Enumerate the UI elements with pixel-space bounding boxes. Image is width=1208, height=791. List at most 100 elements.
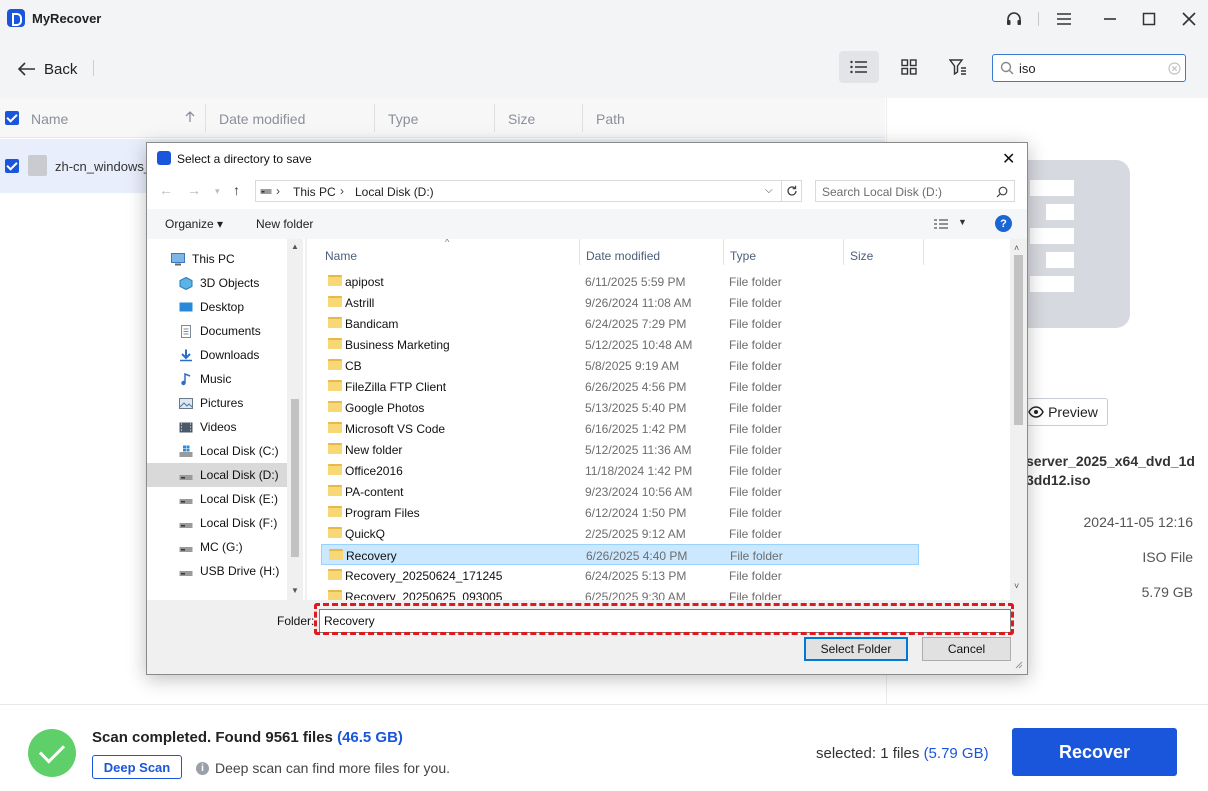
column-name[interactable]: Name (325, 249, 357, 263)
address-dropdown-icon[interactable]: ⌵ (765, 185, 773, 196)
view-dropdown-icon[interactable]: ▼ (958, 217, 967, 227)
folder-row[interactable]: Astrill 9/26/2024 11:08 AM File folder (321, 292, 919, 313)
folder-row[interactable]: Bandicam 6/24/2025 7:29 PM File folder (321, 313, 919, 334)
filter-button[interactable] (938, 51, 978, 83)
breadcrumb-this-pc[interactable]: This PC (293, 185, 336, 199)
nav-item-this-pc[interactable]: This PC (147, 247, 287, 271)
dialog-close-icon[interactable]: ✕ (1002, 149, 1015, 169)
column-date-modified[interactable]: Date modified (586, 249, 660, 263)
menu-icon[interactable] (1053, 8, 1075, 30)
folder-icon (328, 464, 342, 475)
folder-row[interactable]: Microsoft VS Code 6/16/2025 1:42 PM File f… (321, 418, 919, 439)
column-divider[interactable] (579, 239, 580, 265)
scroll-down-icon[interactable]: ˅ (1014, 581, 1019, 591)
search-icon (1000, 61, 1014, 75)
sort-ascending-icon[interactable] (185, 111, 195, 123)
organize-menu[interactable]: Organize ▾ (165, 217, 223, 231)
column-name[interactable]: Name (31, 111, 68, 127)
folder-row[interactable]: New folder 5/12/2025 11:36 AM File folder (321, 439, 919, 460)
nav-item-3d-objects[interactable]: 3D Objects (147, 271, 287, 295)
nav-item-downloads[interactable]: Downloads (147, 343, 287, 367)
files-scrollbar[interactable]: ˄ ˅ (1010, 239, 1027, 600)
selection-summary: selected: 1 files (5.79 GB) (816, 745, 989, 762)
help-icon[interactable]: ? (995, 215, 1012, 232)
folder-row[interactable]: apipost 6/11/2025 5:59 PM File folder (321, 271, 919, 292)
column-divider[interactable] (205, 104, 206, 132)
folder-row[interactable]: Office2016 11/18/2024 1:42 PM File folder (321, 460, 919, 481)
nav-item-local-disk-c[interactable]: Local Disk (C:) (147, 439, 287, 463)
column-type[interactable]: Type (730, 249, 756, 263)
folder-row[interactable]: PA-content 9/23/2024 10:56 AM File folder (321, 481, 919, 502)
deep-scan-button[interactable]: Deep Scan (92, 755, 182, 779)
list-view-button[interactable] (839, 51, 879, 83)
column-type[interactable]: Type (388, 111, 418, 127)
folder-row-name: Office2016 (345, 464, 403, 478)
nav-item-pictures[interactable]: Pictures (147, 391, 287, 415)
nav-item-local-disk-d[interactable]: Local Disk (D:) (147, 463, 287, 487)
up-arrow-icon[interactable]: ↑ (233, 182, 240, 198)
folder-row-date: 5/12/2025 10:48 AM (585, 338, 693, 352)
folder-row[interactable]: Recovery_20250625_093005 6/25/2025 9:30 A… (321, 586, 919, 600)
folder-row-name: CB (345, 359, 362, 373)
back-arrow-icon[interactable]: ← (159, 182, 173, 198)
breadcrumb-local-disk-d[interactable]: Local Disk (D:) (355, 185, 434, 199)
column-divider[interactable] (494, 104, 495, 132)
column-divider[interactable] (582, 104, 583, 132)
column-path[interactable]: Path (596, 111, 625, 127)
address-bar[interactable]: › This PC › Local Disk (D:) ⌵ (255, 180, 802, 202)
nav-item-local-disk-e[interactable]: Local Disk (E:) (147, 487, 287, 511)
select-all-checkbox[interactable] (5, 111, 19, 125)
folder-row[interactable]: Recovery_20250624_171245 6/24/2025 5:13 P… (321, 565, 919, 586)
column-divider[interactable] (374, 104, 375, 132)
column-date-modified[interactable]: Date modified (219, 111, 305, 127)
folder-row[interactable]: QuickQ 2/25/2025 9:12 AM File folder (321, 523, 919, 544)
column-divider[interactable] (923, 239, 924, 265)
recover-button[interactable]: Recover (1012, 728, 1177, 776)
maximize-icon[interactable] (1138, 8, 1160, 30)
close-icon[interactable] (1178, 8, 1200, 30)
search-input[interactable]: iso (992, 54, 1186, 82)
clear-search-icon[interactable] (1168, 62, 1181, 75)
folder-row[interactable]: Business Marketing 5/12/2025 10:48 AM File… (321, 334, 919, 355)
new-folder-button[interactable]: New folder (256, 217, 313, 231)
folder-row[interactable]: Google Photos 5/13/2025 5:40 PM File folde… (321, 397, 919, 418)
grid-view-icon (901, 59, 917, 75)
dialog-search-input[interactable]: Search Local Disk (D:) (815, 180, 1015, 202)
nav-scrollbar-thumb[interactable] (291, 399, 299, 557)
view-options-icon[interactable] (933, 218, 949, 230)
nav-scrollbar[interactable]: ▲ ▼ (287, 239, 303, 600)
column-divider[interactable] (843, 239, 844, 265)
resize-grip-icon[interactable] (1013, 659, 1023, 669)
folder-row[interactable]: FileZilla FTP Client 6/26/2025 4:56 PM Fil… (321, 376, 919, 397)
nav-item-usb-drive-h[interactable]: USB Drive (H:) (147, 559, 287, 583)
folder-row[interactable]: Program Files 6/12/2024 1:50 PM File folde… (321, 502, 919, 523)
scroll-up-icon[interactable]: ▲ (291, 242, 299, 251)
scroll-up-icon[interactable]: ˄ (1014, 243, 1019, 253)
scroll-down-icon[interactable]: ▼ (291, 586, 299, 595)
column-divider[interactable] (723, 239, 724, 265)
nav-item-local-disk-f[interactable]: Local Disk (F:) (147, 511, 287, 535)
files-scrollbar-thumb[interactable] (1014, 255, 1023, 425)
nav-item-videos[interactable]: Videos (147, 415, 287, 439)
minimize-icon[interactable] (1099, 8, 1121, 30)
preview-button[interactable]: Preview (1018, 398, 1108, 426)
highlight-annotation (314, 603, 1014, 635)
column-size[interactable]: Size (850, 249, 873, 263)
nav-item-documents[interactable]: Documents (147, 319, 287, 343)
nav-item-music[interactable]: Music (147, 367, 287, 391)
headset-icon[interactable] (1003, 8, 1025, 30)
cancel-button[interactable]: Cancel (922, 637, 1011, 661)
select-folder-button[interactable]: Select Folder (804, 637, 908, 661)
refresh-button[interactable] (781, 180, 802, 202)
recent-dropdown-icon[interactable]: ▾ (215, 186, 220, 197)
folder-row[interactable]: CB 5/8/2025 9:19 AM File folder (321, 355, 919, 376)
grid-view-button[interactable] (889, 51, 929, 83)
folder-row[interactable]: Recovery 6/26/2025 4:40 PM File folder (321, 544, 919, 565)
column-size[interactable]: Size (508, 111, 535, 127)
nav-item-desktop[interactable]: Desktop (147, 295, 287, 319)
forward-arrow-icon[interactable]: → (187, 182, 201, 198)
nav-item-mc-g[interactable]: MC (G:) (147, 535, 287, 559)
row-checkbox[interactable] (5, 159, 19, 173)
back-button[interactable]: Back (18, 58, 77, 80)
refresh-icon (787, 185, 797, 196)
